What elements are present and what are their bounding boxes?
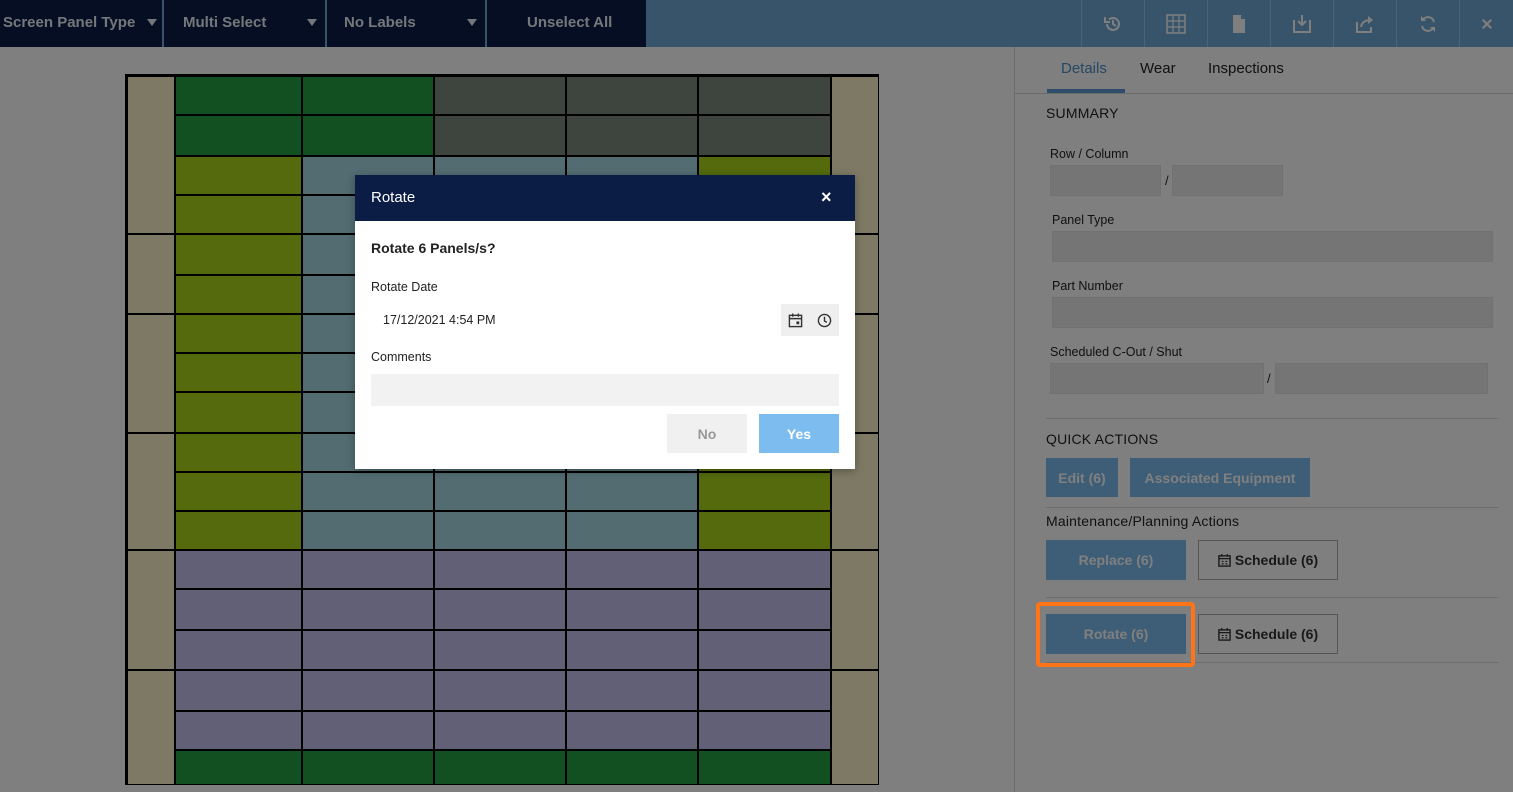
clock-icon xyxy=(817,313,832,327)
rotate-date-value: 17/12/2021 4:54 PM xyxy=(383,313,496,327)
close-icon[interactable]: × xyxy=(821,187,832,208)
dialog-question: Rotate 6 Panels/s? xyxy=(371,240,496,256)
comments-label: Comments xyxy=(371,350,432,364)
calendar-icon xyxy=(788,312,803,327)
yes-button[interactable]: Yes xyxy=(759,414,839,453)
date-picker-buttons xyxy=(781,304,839,336)
rotate-date-input[interactable]: 17/12/2021 4:54 PM xyxy=(371,304,839,336)
no-button[interactable]: No xyxy=(667,414,747,453)
calendar-picker-button[interactable] xyxy=(788,312,803,328)
dialog-header: Rotate × xyxy=(355,175,855,221)
time-picker-button[interactable] xyxy=(817,313,832,328)
rotate-dialog: Rotate × Rotate 6 Panels/s? Rotate Date … xyxy=(355,175,855,469)
comments-input[interactable] xyxy=(371,374,839,406)
rotate-button-highlight xyxy=(1036,602,1195,667)
dialog-title: Rotate xyxy=(371,189,416,206)
rotate-date-label: Rotate Date xyxy=(371,280,438,294)
